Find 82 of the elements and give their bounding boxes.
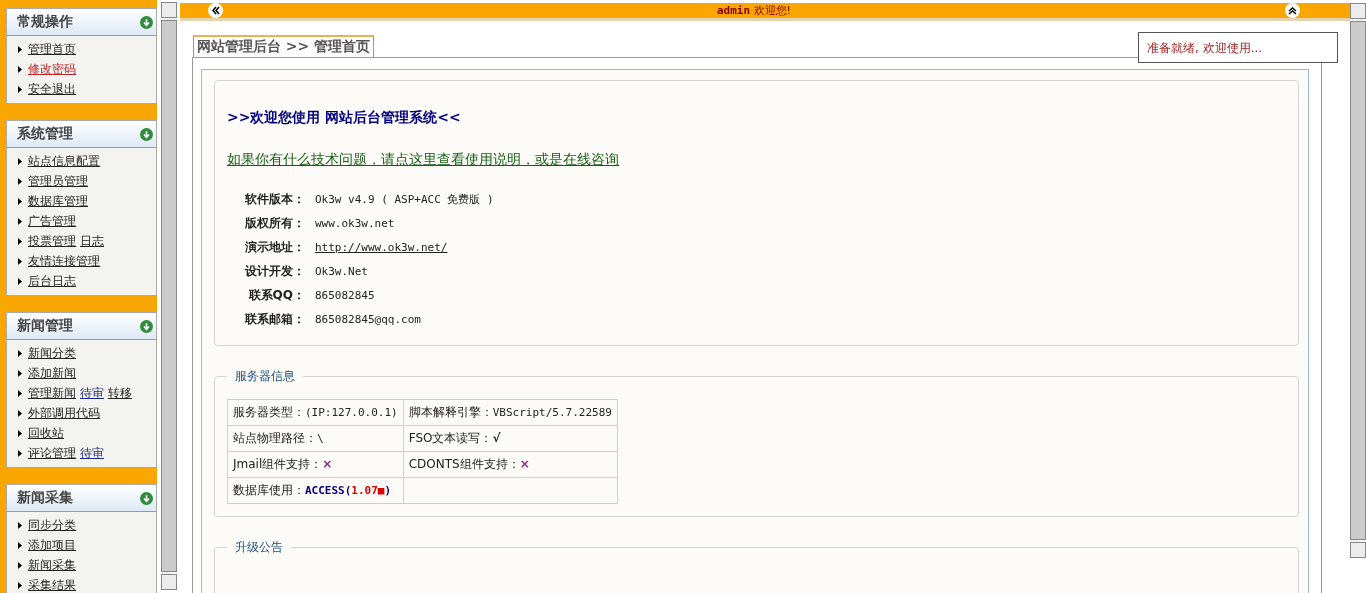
collapse-left-icon[interactable] (208, 3, 223, 18)
info-label: 联系QQ： (247, 286, 305, 304)
bullet-triangle-icon (18, 217, 22, 225)
info-label: 联系邮箱： (243, 310, 305, 328)
bullet-triangle-icon (18, 561, 22, 569)
bullet-triangle-icon (18, 177, 22, 185)
bullet-triangle-icon (18, 581, 22, 589)
sidebar-link[interactable]: 新闻采集 (28, 556, 76, 574)
bullet-triangle-icon (18, 409, 22, 417)
bullet-triangle-icon (18, 369, 22, 377)
sidebar-link[interactable]: 待审 (80, 384, 104, 402)
sidebar-group-title: 常规操作 (17, 13, 73, 31)
bullet-triangle-icon (18, 197, 22, 205)
sidebar-group-title: 新闻采集 (17, 489, 73, 507)
bullet-triangle-icon (18, 45, 22, 53)
bullet-triangle-icon (18, 389, 22, 397)
sidebar-link[interactable]: 后台日志 (28, 272, 76, 290)
sidebar-link[interactable]: 数据库管理 (28, 192, 88, 210)
sidebar-link[interactable]: 日志 (80, 232, 104, 250)
info-value: 865082845@qq.com (315, 312, 421, 326)
sidebar-link[interactable]: 采集结果 (28, 576, 76, 593)
table-cell: CDONTS组件支持：× (403, 451, 618, 478)
section-legend: 升级公告 (227, 539, 291, 556)
table-cell: 数据库使用：ACCESS(1.07■) (227, 477, 404, 504)
sidebar-link[interactable]: 添加新闻 (28, 364, 76, 382)
sidebar-link[interactable]: 新闻分类 (28, 344, 76, 362)
table-cell: 站点物理路径：\ (227, 425, 404, 452)
info-label: 设计开发： (243, 262, 305, 280)
info-value: Ok3w.Net (315, 264, 368, 278)
collapse-up-icon[interactable] (1285, 3, 1300, 18)
sidebar-link[interactable]: 修改密码 (28, 60, 76, 78)
sidebar-link[interactable]: 管理新闻 (28, 384, 76, 402)
table-cell: 脚本解释引擎：VBScript/5.7.22589 (403, 399, 618, 426)
down-arrow-icon[interactable] (140, 15, 153, 29)
scrollbar[interactable] (1350, 3, 1366, 558)
sidebar-link[interactable]: 投票管理 (28, 232, 76, 250)
table-cell: FSO文本读写：√ (403, 425, 618, 452)
sidebar-link[interactable]: 添加项目 (28, 536, 76, 554)
bullet-triangle-icon (18, 521, 22, 529)
bullet-triangle-icon (18, 65, 22, 73)
bullet-triangle-icon (18, 429, 22, 437)
down-arrow-icon[interactable] (140, 127, 153, 141)
sidebar-link[interactable]: 外部调用代码 (28, 404, 100, 422)
sidebar-link[interactable]: 转移 (108, 384, 132, 402)
bullet-triangle-icon (18, 257, 22, 265)
info-value: Ok3w v4.9 ( ASP+ACC 免费版 ) (315, 191, 494, 207)
down-arrow-icon[interactable] (140, 491, 153, 505)
sidebar-link[interactable]: 评论管理 (28, 444, 76, 462)
sidebar-link[interactable]: 友情连接管理 (28, 252, 100, 270)
sidebar-link[interactable]: 回收站 (28, 424, 64, 442)
sidebar-link[interactable]: 安全退出 (28, 80, 76, 98)
sidebar-group-title: 新闻管理 (17, 317, 73, 335)
info-label: 版权所有： (244, 214, 305, 232)
info-label: 软件版本： (244, 190, 305, 208)
scrollbar[interactable] (161, 2, 177, 590)
sidebar-link[interactable]: 同步分类 (28, 516, 76, 534)
status-box: 准备就绪, 欢迎使用... (1138, 32, 1338, 63)
down-arrow-icon[interactable] (140, 319, 153, 333)
section-legend: 服务器信息 (227, 368, 303, 385)
welcome-text: admin 欢迎您! (717, 3, 791, 18)
help-link[interactable]: 如果你有什么技术问题，请点这里查看使用说明，或是在线咨询 (227, 151, 619, 169)
sidebar-link[interactable]: 管理首页 (28, 40, 76, 58)
info-value: www.ok3w.net (315, 216, 395, 230)
sidebar-link[interactable]: 广告管理 (28, 212, 76, 230)
bullet-triangle-icon (18, 85, 22, 93)
table-cell: Jmail组件支持：× (227, 451, 404, 478)
demo-link[interactable]: http://www.ok3w.net/ (315, 240, 448, 254)
bullet-triangle-icon (18, 541, 22, 549)
info-value: 865082845 (315, 288, 375, 302)
info-label: 演示地址： (244, 238, 305, 256)
sidebar-group-title: 系统管理 (17, 125, 73, 143)
bullet-triangle-icon (18, 349, 22, 357)
table-cell: 服务器类型：(IP:127.0.0.1) (227, 399, 404, 426)
bullet-triangle-icon (18, 157, 22, 165)
bullet-triangle-icon (18, 449, 22, 457)
welcome-heading: >>欢迎您使用 网站后台管理系统<< (227, 109, 462, 127)
breadcrumb-tab[interactable]: 网站管理后台 >> 管理首页 (193, 35, 375, 57)
sidebar-link[interactable]: 待审 (80, 444, 104, 462)
bullet-triangle-icon (18, 277, 22, 285)
sidebar-link[interactable]: 站点信息配置 (28, 152, 100, 170)
sidebar-link[interactable]: 管理员管理 (28, 172, 88, 190)
bullet-triangle-icon (18, 237, 22, 245)
